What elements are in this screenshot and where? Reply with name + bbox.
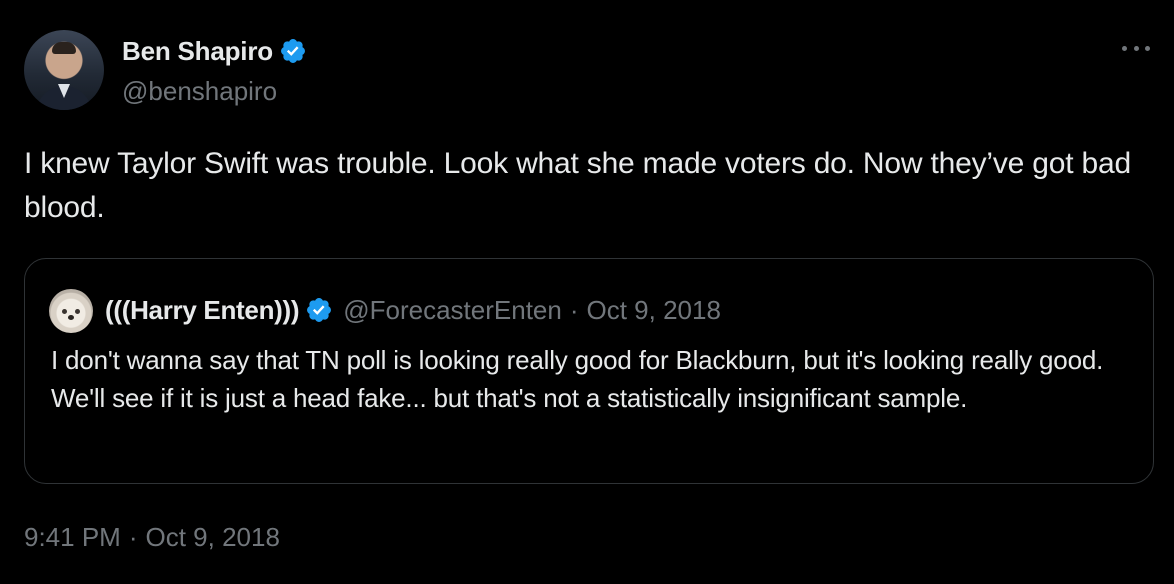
more-dot (1145, 45, 1150, 51)
tweet-date: Oct 9, 2018 (145, 522, 280, 552)
verified-badge-icon (307, 298, 332, 322)
quoted-header-separator: · (569, 294, 579, 325)
author-display-name[interactable]: Ben Shapiro (122, 36, 273, 67)
author-name-row: Ben Shapiro (122, 34, 307, 68)
tweet-card: Ben Shapiro @benshapiro I knew Taylor Sw… (0, 0, 1174, 584)
author-handle[interactable]: @benshapiro (122, 76, 277, 107)
avatar-eye (75, 309, 80, 314)
quoted-author-display-name: (((Harry Enten))) (105, 294, 300, 325)
more-options-icon[interactable] (1122, 38, 1150, 58)
quoted-author-avatar (49, 289, 93, 333)
tweet-time: 9:41 PM (24, 522, 121, 552)
verified-badge-icon (280, 39, 305, 63)
more-dot (1122, 45, 1127, 51)
tweet-text: I knew Taylor Swift was trouble. Look wh… (24, 147, 1131, 224)
avatar-hair (52, 42, 76, 54)
more-dot (1133, 45, 1139, 51)
author-avatar[interactable] (24, 30, 104, 110)
quoted-tweet-text: I don't wanna say that TN poll is lookin… (51, 345, 1104, 413)
tweet-timestamp[interactable]: 9:41 PM · Oct 9, 2018 (24, 522, 280, 553)
avatar-eye (62, 309, 67, 314)
timestamp-separator: · (128, 522, 138, 552)
quoted-author-handle: @ForecasterEnten (343, 294, 562, 325)
quoted-tweet-header: (((Harry Enten))) @ForecasterEnten · Oct… (105, 293, 721, 327)
quoted-tweet-date: Oct 9, 2018 (586, 294, 721, 325)
quoted-tweet-card[interactable]: (((Harry Enten))) @ForecasterEnten · Oct… (24, 258, 1154, 484)
avatar-nose (68, 315, 74, 320)
